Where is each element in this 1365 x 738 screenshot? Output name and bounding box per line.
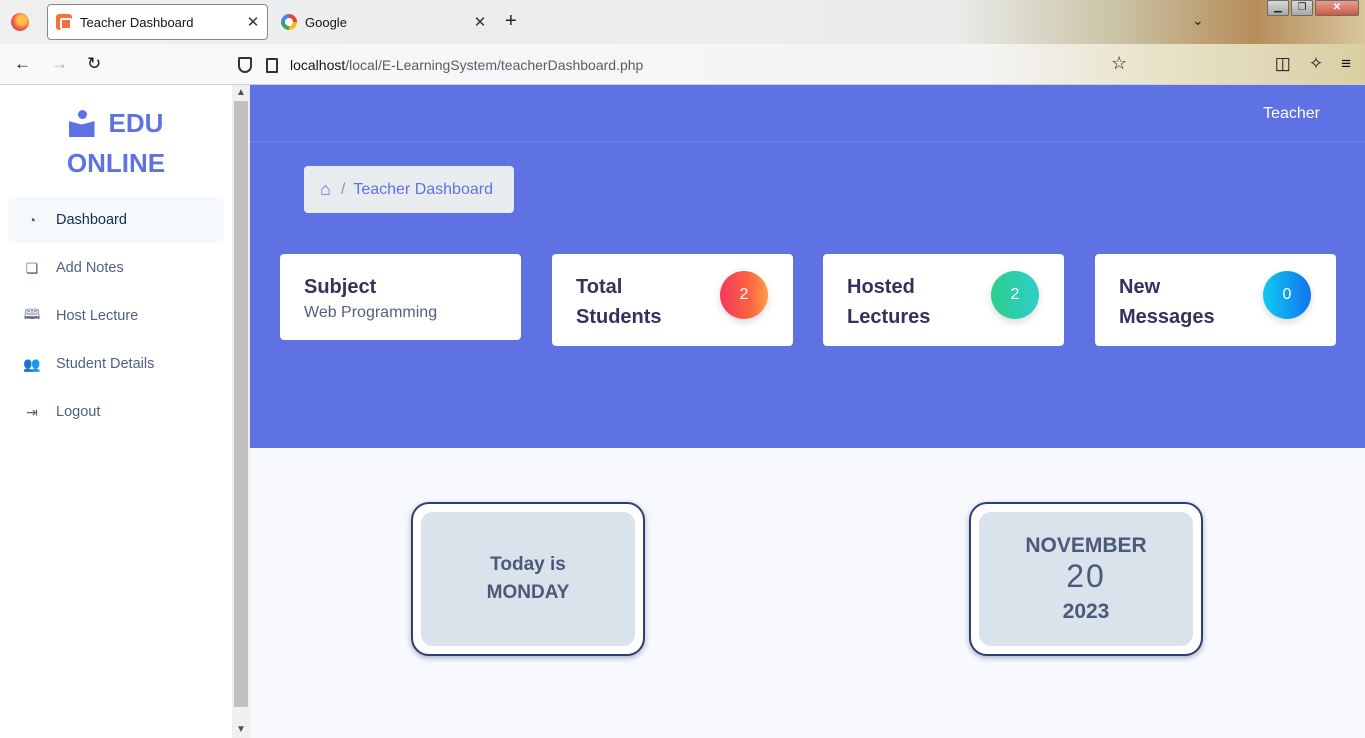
date-box-inner: NOVEMBER 20 2023	[979, 512, 1193, 646]
reader-icon	[68, 110, 95, 138]
new-messages-card: New Messages 0	[1095, 254, 1336, 346]
scroll-up-icon[interactable]: ▲	[232, 85, 250, 101]
restore-icon[interactable]: ❐	[1291, 0, 1313, 16]
breadcrumb: ⌂ / Teacher Dashboard	[304, 166, 514, 213]
close-tab-icon[interactable]: ✕	[470, 13, 490, 31]
brand-line1: EDU	[108, 108, 164, 138]
browser-tab-bar: Teacher Dashboard ✕ Google ✕ + ⌄ ▁ ❐ ✕	[0, 0, 1365, 44]
students-count-badge: 2	[720, 271, 768, 319]
brand-logo[interactable]: EDU ONLINE	[0, 103, 232, 183]
page-info-icon[interactable]	[266, 57, 278, 73]
url-path: /local/E-LearningSystem/teacherDashboard…	[345, 57, 644, 73]
tab-title: Google	[305, 14, 347, 30]
tab-google[interactable]: Google ✕	[273, 4, 494, 40]
sidebar: EDU ONLINE ◔ Dashboard ❏ Add Notes 🕮 Hos…	[0, 85, 232, 738]
sidebar-item-host-lecture[interactable]: 🕮 Host Lecture	[8, 293, 224, 339]
subject-card: Subject Web Programming	[280, 254, 521, 340]
sidebar-menu: ◔ Dashboard ❏ Add Notes 🕮 Host Lecture 👥…	[8, 197, 224, 437]
shield-icon[interactable]	[238, 57, 252, 73]
url-host: localhost	[290, 57, 346, 73]
day-label: Today is	[490, 554, 566, 575]
day-name: MONDAY	[486, 582, 570, 603]
date-month: NOVEMBER	[1025, 534, 1147, 557]
messages-count-badge: 0	[1263, 271, 1311, 319]
tab-teacher-dashboard[interactable]: Teacher Dashboard ✕	[47, 4, 268, 40]
close-tab-icon[interactable]: ✕	[243, 13, 263, 31]
user-menu[interactable]: Teacher	[1263, 105, 1320, 123]
dashboard-icon: ◔	[27, 212, 37, 228]
extensions-icon[interactable]: ✧	[1309, 54, 1323, 74]
toolbar-right: ◫ ✧ ≡	[1275, 54, 1351, 74]
page-content: EDU ONLINE ◔ Dashboard ❏ Add Notes 🕮 Hos…	[0, 85, 1365, 738]
users-icon: 👥	[23, 355, 41, 372]
sidebar-item-label: Logout	[56, 404, 101, 420]
sidebar-item-student-details[interactable]: 👥 Student Details	[8, 341, 224, 387]
minimize-icon[interactable]: ▁	[1267, 0, 1289, 16]
browser-nav-bar: ← → ↻ localhost/local/E-LearningSystem/t…	[0, 44, 1365, 85]
sidebar-item-logout[interactable]: ⇥ Logout	[8, 389, 224, 435]
back-arrow-icon[interactable]: ←	[14, 54, 31, 74]
forward-arrow-icon[interactable]: →	[51, 54, 68, 74]
logout-icon: ⇥	[26, 403, 38, 420]
date-year: 2023	[1062, 600, 1110, 623]
menu-hamburger-icon[interactable]: ≡	[1341, 54, 1351, 74]
new-tab-icon[interactable]: +	[505, 10, 517, 33]
book-icon: 🕮	[23, 306, 41, 322]
scroll-down-icon[interactable]: ▼	[232, 722, 250, 738]
sidebar-item-add-notes[interactable]: ❏ Add Notes	[8, 245, 224, 291]
day-box-inner: Today is MONDAY	[421, 512, 635, 646]
total-students-card: Total Students 2	[552, 254, 793, 346]
window-controls: ▁ ❐ ✕	[1267, 0, 1359, 16]
reload-icon[interactable]: ↻	[87, 54, 101, 74]
date-box: NOVEMBER 20 2023	[969, 502, 1203, 656]
pocket-icon[interactable]: ◫	[1275, 54, 1291, 74]
hosted-lectures-card: Hosted Lectures 2	[823, 254, 1064, 346]
sidebar-scrollbar[interactable]: ▲ ▼	[232, 85, 250, 738]
home-icon[interactable]: ⌂	[320, 179, 331, 200]
firefox-icon	[11, 13, 29, 31]
subject-value: Web Programming	[304, 304, 438, 321]
brand-line2: ONLINE	[66, 148, 166, 178]
day-box: Today is MONDAY	[411, 502, 645, 656]
chevron-down-icon[interactable]: ⌄	[1192, 12, 1204, 29]
sidebar-item-label: Host Lecture	[56, 308, 139, 324]
sidebar-item-label: Add Notes	[56, 260, 124, 276]
bookmark-star-icon[interactable]: ☆	[1111, 53, 1127, 74]
date-day: 20	[1066, 558, 1106, 594]
sidebar-item-dashboard[interactable]: ◔ Dashboard	[8, 197, 224, 243]
window-close-icon[interactable]: ✕	[1315, 0, 1359, 16]
dashboard-header: Teacher ⌂ / Teacher Dashboard Subject We…	[250, 85, 1365, 448]
tab-title: Teacher Dashboard	[80, 14, 194, 30]
breadcrumb-current[interactable]: Teacher Dashboard	[353, 181, 493, 199]
url-bar[interactable]: localhost/local/E-LearningSystem/teacher…	[234, 50, 1084, 80]
sidebar-item-label: Dashboard	[56, 212, 127, 228]
lectures-count-badge: 2	[991, 271, 1039, 319]
google-favicon-icon	[281, 14, 297, 30]
notes-icon: ❏	[25, 259, 39, 276]
header-divider	[250, 141, 1365, 142]
sidebar-item-label: Student Details	[56, 356, 155, 372]
breadcrumb-separator: /	[340, 180, 346, 198]
xampp-favicon-icon	[56, 14, 72, 30]
scroll-thumb[interactable]	[234, 101, 248, 707]
card-title: Subject	[304, 276, 377, 298]
